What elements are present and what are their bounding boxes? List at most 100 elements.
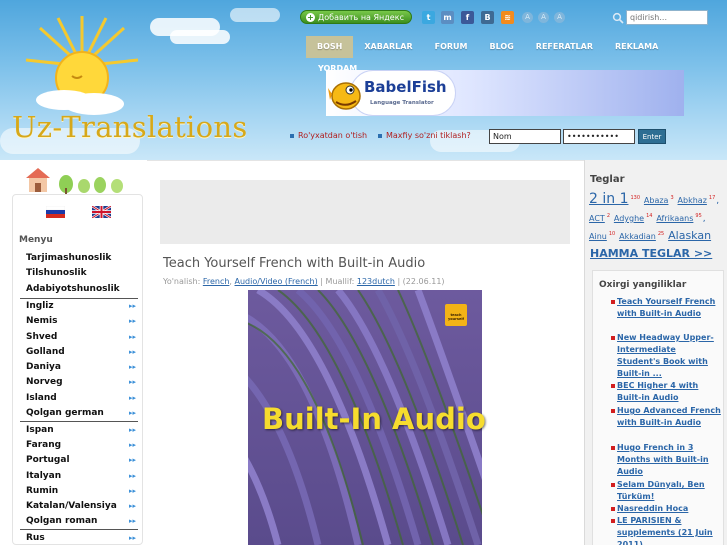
nav-bosh[interactable]: BOSH	[306, 36, 354, 58]
facebook-icon[interactable]: f	[461, 11, 474, 24]
all-tags-link[interactable]: HAMMA TEGLAR >>	[590, 247, 712, 260]
menu-item-label: Ispan	[26, 425, 54, 435]
menu-item-golland[interactable]: Golland ▸▸	[20, 345, 138, 360]
enter-button[interactable]: Enter	[638, 129, 666, 144]
menu-item-portugal[interactable]: Portugal ▸▸	[20, 453, 138, 468]
password-input[interactable]	[563, 129, 635, 144]
menu-item-norveg[interactable]: Norveg ▸▸	[20, 375, 138, 390]
news-item[interactable]: LE PARISIEN & supplements (21 Juin 2011)	[611, 515, 721, 545]
tag-link[interactable]: Alaskan	[668, 229, 711, 242]
cloud-decoration	[230, 8, 280, 22]
font-size-small-button[interactable]: A	[522, 12, 533, 23]
menu-item-label: Norveg	[26, 377, 63, 387]
menu-item-tarjimashunoslik[interactable]: Tarjimashunoslik	[20, 251, 138, 266]
category-link-french[interactable]: French	[203, 277, 230, 286]
menu-item-farang[interactable]: Farang ▸▸	[20, 438, 138, 453]
tag-link[interactable]: Adyghe	[614, 214, 644, 223]
arrow-right-icon: ▸▸	[129, 348, 137, 356]
news-item[interactable]: Hugo French in 3 Months with Built-in Au…	[611, 442, 721, 478]
forgot-password-link[interactable]: Maxfiy so'zni tiklash?	[378, 131, 471, 140]
arrow-right-icon: ▸▸	[129, 534, 137, 542]
tag-count: 2	[606, 213, 610, 219]
menu-item-island[interactable]: Island ▸▸	[20, 391, 138, 406]
nav-reklama[interactable]: REKLAMA	[604, 36, 669, 58]
arrow-right-icon: ▸▸	[129, 409, 137, 417]
menu-item-daniya[interactable]: Daniya ▸▸	[20, 360, 138, 375]
russian-flag-icon[interactable]	[46, 206, 65, 218]
menu-title: Menyu	[19, 235, 53, 245]
menu-item-qolgan-roman[interactable]: Qolgan roman ▸▸	[20, 514, 138, 529]
nav-xabarlar[interactable]: XABARLAR	[353, 36, 423, 58]
cloud-decoration	[170, 30, 230, 44]
myspace-icon[interactable]: m	[441, 11, 454, 24]
menu-item-rus[interactable]: Rus ▸▸	[20, 531, 138, 545]
ad-placeholder	[160, 180, 570, 244]
tag-link[interactable]: Abaza	[644, 196, 669, 205]
site-name[interactable]: Uz-Translations	[12, 110, 248, 144]
rss-icon[interactable]: ≋	[501, 11, 514, 24]
bullet-icon	[611, 300, 615, 304]
main-nav: BOSH XABARLAR FORUM BLOG REFERATLAR REKL…	[306, 36, 669, 58]
category-prefix: Yo'nalish:	[163, 277, 201, 286]
nav-referatlar[interactable]: REFERATLAR	[525, 36, 604, 58]
news-item-label: Selam Dünyalı, Ben Türküm!	[617, 480, 705, 501]
menu-item-italyan[interactable]: Italyan ▸▸	[20, 469, 138, 484]
search-input[interactable]	[626, 10, 708, 25]
register-link[interactable]: Ro'yxatdan o'tish	[290, 131, 367, 140]
username-input[interactable]	[489, 129, 561, 144]
bullet-icon	[290, 133, 294, 138]
menu-item-qolgan-german[interactable]: Qolgan german ▸▸	[20, 406, 138, 421]
tag-link[interactable]: Ainu	[589, 232, 607, 241]
news-item[interactable]: BEC Higher 4 with Built-in Audio	[611, 380, 721, 404]
menu-item-tilshunoslik[interactable]: Tilshunoslik	[20, 266, 138, 281]
tag-link[interactable]: Abkhaz	[678, 196, 707, 205]
twitter-icon[interactable]: t	[422, 11, 435, 24]
bullet-icon	[611, 446, 615, 450]
tag-cloud: 2 in 1 130 Abaza 3 Abkhaz 17, ACT 2 Adyghe 14…	[589, 191, 720, 243]
nav-forum[interactable]: FORUM	[424, 36, 479, 58]
menu-item-label: Nemis	[26, 316, 58, 326]
menu-item-katalan-valensiya[interactable]: Katalan/Valensiya ▸▸	[20, 499, 138, 514]
tag-count: 95	[695, 213, 702, 219]
news-item[interactable]: Nasreddin Hoca	[611, 503, 721, 515]
author-link[interactable]: 123dutch	[357, 277, 395, 286]
menu-item-shved[interactable]: Shved ▸▸	[20, 330, 138, 345]
menu-item-ingliz[interactable]: Ingliz ▸▸	[20, 299, 138, 314]
font-size-large-button[interactable]: A	[554, 12, 565, 23]
menu-item-nemis[interactable]: Nemis ▸▸	[20, 314, 138, 329]
news-item[interactable]: Hugo Advanced French with Built-in Audio	[611, 405, 721, 429]
font-size-medium-button[interactable]: A	[538, 12, 549, 23]
add-to-yandex-button[interactable]: + Добавить на Яндекс	[300, 10, 412, 24]
tag-link[interactable]: 2 in 1	[589, 191, 628, 207]
bullet-icon	[611, 483, 615, 487]
plus-icon: +	[306, 13, 315, 22]
news-item[interactable]: New Headway Upper-Intermediate Student's…	[611, 332, 721, 380]
sun-logo-icon[interactable]	[22, 14, 142, 119]
menu-item-rumin[interactable]: Rumin ▸▸	[20, 484, 138, 499]
post-title[interactable]: Teach Yourself French with Built-in Audi…	[163, 256, 425, 271]
news-item-label: Nasreddin Hoca	[617, 504, 689, 513]
forgot-password-label: Maxfiy so'zni tiklash?	[386, 131, 471, 140]
news-item[interactable]: Teach Yourself French with Built-in Audi…	[611, 296, 721, 320]
nav-blog[interactable]: BLOG	[479, 36, 525, 58]
arrow-right-icon: ▸▸	[129, 502, 137, 510]
tag-count: 130	[630, 195, 641, 201]
bullet-icon	[611, 507, 615, 511]
uk-flag-icon[interactable]	[92, 206, 111, 218]
category-link-audio-video[interactable]: Audio/Video (French)	[235, 277, 318, 286]
vkontakte-icon[interactable]: B	[481, 11, 494, 24]
menu-item-label: Italyan	[26, 471, 62, 481]
tag-link[interactable]: Afrikaans	[656, 214, 693, 223]
bullet-icon	[611, 336, 615, 340]
menu-item-ispan[interactable]: Ispan ▸▸	[20, 423, 138, 438]
menu-item-adabiyotshunoslik[interactable]: Adabiyotshunoslik	[20, 282, 138, 297]
tag-link[interactable]: Akkadian	[619, 232, 656, 241]
arrow-right-icon: ▸▸	[129, 363, 137, 371]
search-icon[interactable]	[612, 12, 624, 24]
news-item-label: New Headway Upper-Intermediate Student's…	[617, 333, 714, 378]
tag-link[interactable]: ACT	[589, 214, 605, 223]
tag-count: 10	[608, 231, 616, 237]
news-item[interactable]: Selam Dünyalı, Ben Türküm!	[611, 479, 721, 503]
menu-item-label: Rus	[26, 533, 45, 543]
menu-divider	[20, 529, 138, 530]
